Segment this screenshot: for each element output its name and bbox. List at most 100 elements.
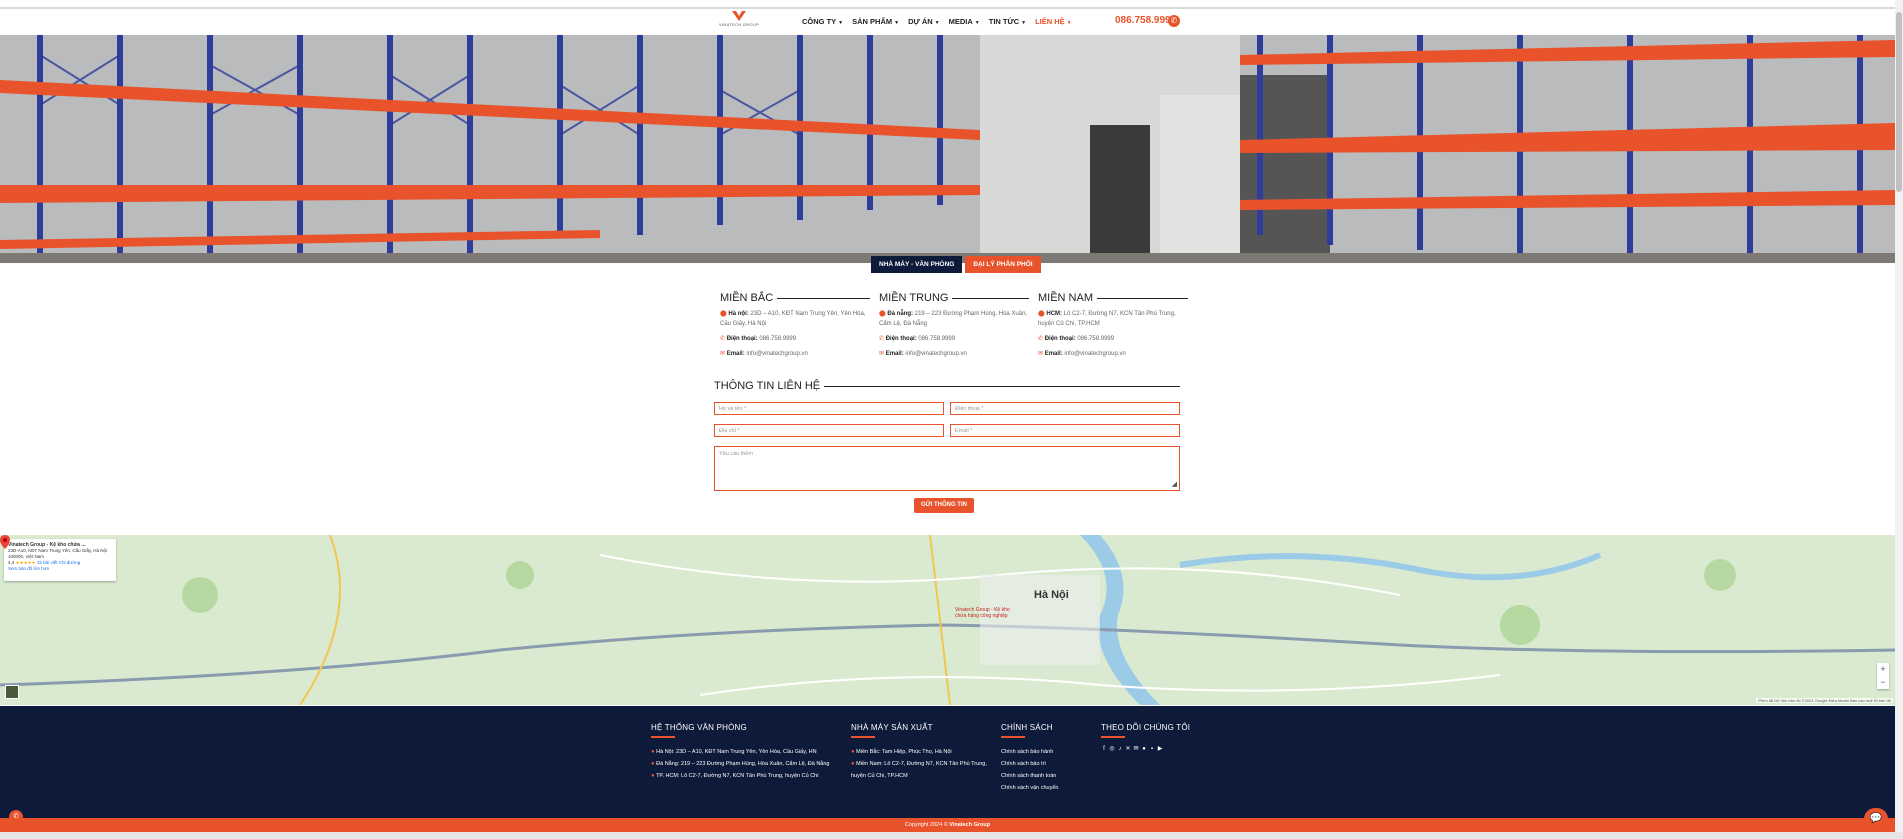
phone-link[interactable]: 086.758.9999 [759,336,796,342]
envelope-icon: ✉ [1038,351,1044,357]
policy-link[interactable]: Chính sách bảo hành [1001,746,1058,758]
envelope-icon: ✉ [879,351,885,357]
google-map[interactable]: Vinatech Group - Kệ kho chứa ... 23D-A10… [0,535,1895,705]
zoom-controls: + − [1877,663,1889,689]
map-marker-icon: ● [851,761,855,767]
phone-icon: ✆ [1038,336,1044,342]
chat-bubble-icon[interactable]: 💬 [1864,808,1888,830]
phone-field[interactable]: Điện thoại * [950,402,1180,415]
hotline-number[interactable]: 086.758.9999 [1115,15,1176,26]
heading-underline [851,736,875,738]
region-title: MIỀN BẮC [720,292,870,304]
phone-icon: ✆ [879,336,885,342]
map-terrain [0,535,1895,705]
pin-label: Vinatech Group - Kệ kho chứa hàng công n… [955,607,1010,619]
footer-factories: NHÀ MÁY SẢN XUẤT ● Miền Bắc: Tam Hiệp, P… [851,723,987,782]
nav-label: DỰ ÁN [908,17,933,26]
map-marker-icon: ● [651,749,655,755]
region-phone: ✆ Điện thoại: 086.758.9999 [720,336,797,342]
nav-label: LIÊN HỆ [1035,17,1065,26]
footer-heading: HỆ THỐNG VĂN PHÒNG [651,723,747,732]
region-title: MIỀN TRUNG [879,292,1029,304]
linkedin-icon[interactable]: ▪ [1149,746,1155,752]
region-phone: ✆ Điện thoại: 086.758.9999 [879,336,956,342]
zoom-in-button[interactable]: + [1877,663,1889,676]
scrollbar-thumb[interactable] [1896,12,1902,192]
floating-phone-button[interactable]: ✆ [9,810,23,824]
region-address: ⬤ Đà nẵng: 219 – 223 Đường Phạm Hùng, Hò… [879,311,1028,327]
larger-map-link[interactable]: Xem bản đồ lớn hơn [8,566,49,571]
resize-handle-icon[interactable]: ◢ [1172,480,1177,488]
footer-item: ● Miền Bắc: Tam Hiệp, Phúc Thọ, Hà Nội [851,749,952,755]
region-title: MIỀN NAM [1038,292,1188,304]
phone-link[interactable]: 086.758.9999 [918,336,955,342]
map-marker-icon: ⬤ [1038,311,1045,317]
tiktok-icon[interactable]: ♪ [1117,746,1123,752]
main-nav: CÔNG TY ▼ SẢN PHẨM ▼ DỰ ÁN ▼ MEDIA ▼ TIN TỨC… [802,17,1072,26]
reviews-link[interactable]: 32 bài viết [37,560,58,565]
instagram-icon[interactable]: ◎ [1109,746,1115,752]
chevron-down-icon: ▼ [934,20,940,26]
heading-underline [1101,736,1125,738]
footer-policies: CHÍNH SÁCH Chính sách bảo hành Chính sác… [1001,723,1058,794]
pinterest-icon[interactable]: ● [1141,746,1147,752]
address-field[interactable]: Địa chỉ * [714,424,944,437]
region-address: ⬤ Hà nội: 23D – A10, KĐT Nam Trung Yên, … [720,311,866,327]
phone-icon[interactable]: ✆ [1168,15,1180,27]
nav-label: SẢN PHẨM [852,17,893,26]
chevron-down-icon: ▼ [1021,20,1027,26]
policy-link[interactable]: Chính sách vận chuyển [1001,782,1058,794]
submit-button[interactable]: GỬI THÔNG TIN [914,498,974,513]
chevron-down-icon: ▼ [1066,20,1072,26]
nav-item-news[interactable]: TIN TỨC ▼ [989,17,1026,26]
zoom-out-button[interactable]: − [1877,676,1889,689]
warehouse-racks-illustration [0,35,1895,263]
place-address: 23D-A10, KĐT Nam Trung Yên, Cầu Giấy, Hà… [8,548,108,559]
heading-underline [1001,736,1025,738]
nav-label: CÔNG TY [802,17,837,26]
email-link[interactable]: info@vinatechgroup.vn [905,351,966,357]
email-link[interactable]: info@vinatechgroup.vn [1064,351,1125,357]
name-field[interactable]: Họ và tên * [714,402,944,415]
region-phone: ✆ Điện thoại: 086.758.9999 [1038,336,1115,342]
location-tabs: NHÀ MÁY - VĂN PHÒNG ĐẠI LÝ PHÂN PHỐI [871,256,1041,273]
phone-link[interactable]: 086.758.9999 [1077,336,1114,342]
email-link[interactable]: info@vinatechgroup.vn [746,351,807,357]
nav-item-media[interactable]: MEDIA ▼ [949,17,980,26]
hero-warehouse-image [0,35,1895,263]
tab-distributor[interactable]: ĐẠI LÝ PHÂN PHỐI [965,256,1041,273]
social-icons: f ◎ ♪ ✕ ✉ ● ▪ ▶ [1101,746,1190,752]
chevron-down-icon: ▼ [838,20,844,26]
map-pin-icon[interactable] [0,535,10,549]
directions-link[interactable]: Chỉ đường [59,560,80,565]
nav-item-projects[interactable]: DỰ ÁN ▼ [908,17,940,26]
twitter-icon[interactable]: ✕ [1125,746,1131,752]
footer-heading: CHÍNH SÁCH [1001,723,1053,732]
map-marker-icon: ⬤ [720,311,727,317]
email-field[interactable]: Email * [950,424,1180,437]
policy-link[interactable]: Chính sách bảo trì [1001,758,1058,770]
nav-item-products[interactable]: SẢN PHẨM ▼ [852,17,899,26]
star-rating-icon: ★★★★★ [15,560,36,565]
logo-v-icon [732,11,746,21]
bottom-border [0,832,1903,839]
region-central: MIỀN TRUNG ⬤ Đà nẵng: 219 – 223 Đường Ph… [879,292,1029,359]
tab-factory-office[interactable]: NHÀ MÁY - VĂN PHÒNG [871,256,963,273]
youtube-icon[interactable]: ▶ [1157,746,1163,752]
place-info-card: Vinatech Group - Kệ kho chứa ... 23D-A10… [4,539,116,581]
map-attribution: Phím tắt Dữ liệu bản đồ ©2024 Google Điề… [1756,698,1893,703]
nav-item-company[interactable]: CÔNG TY ▼ [802,17,843,26]
site-logo[interactable]: VINATECH GROUP [714,10,764,34]
facebook-icon[interactable]: f [1101,746,1107,752]
email-icon[interactable]: ✉ [1133,746,1139,752]
contact-form-title: THÔNG TIN LIÊN HỆ [714,380,1180,392]
region-email: ✉ Email: info@vinatechgroup.vn [1038,351,1126,357]
region-email: ✉ Email: info@vinatechgroup.vn [720,351,808,357]
message-textarea[interactable]: Yêu cầu thêm ◢ [714,446,1180,491]
nav-label: TIN TỨC [988,17,1020,26]
policy-link[interactable]: Chính sách thanh toán [1001,770,1058,782]
copyright-brand[interactable]: Vinatech Group [949,822,990,828]
nav-item-contact[interactable]: LIÊN HỆ ▼ [1035,17,1072,26]
footer-offices: HỆ THỐNG VĂN PHÒNG ● Hà Nội: 23D – A10, … [651,723,829,782]
satellite-toggle[interactable] [5,685,19,699]
